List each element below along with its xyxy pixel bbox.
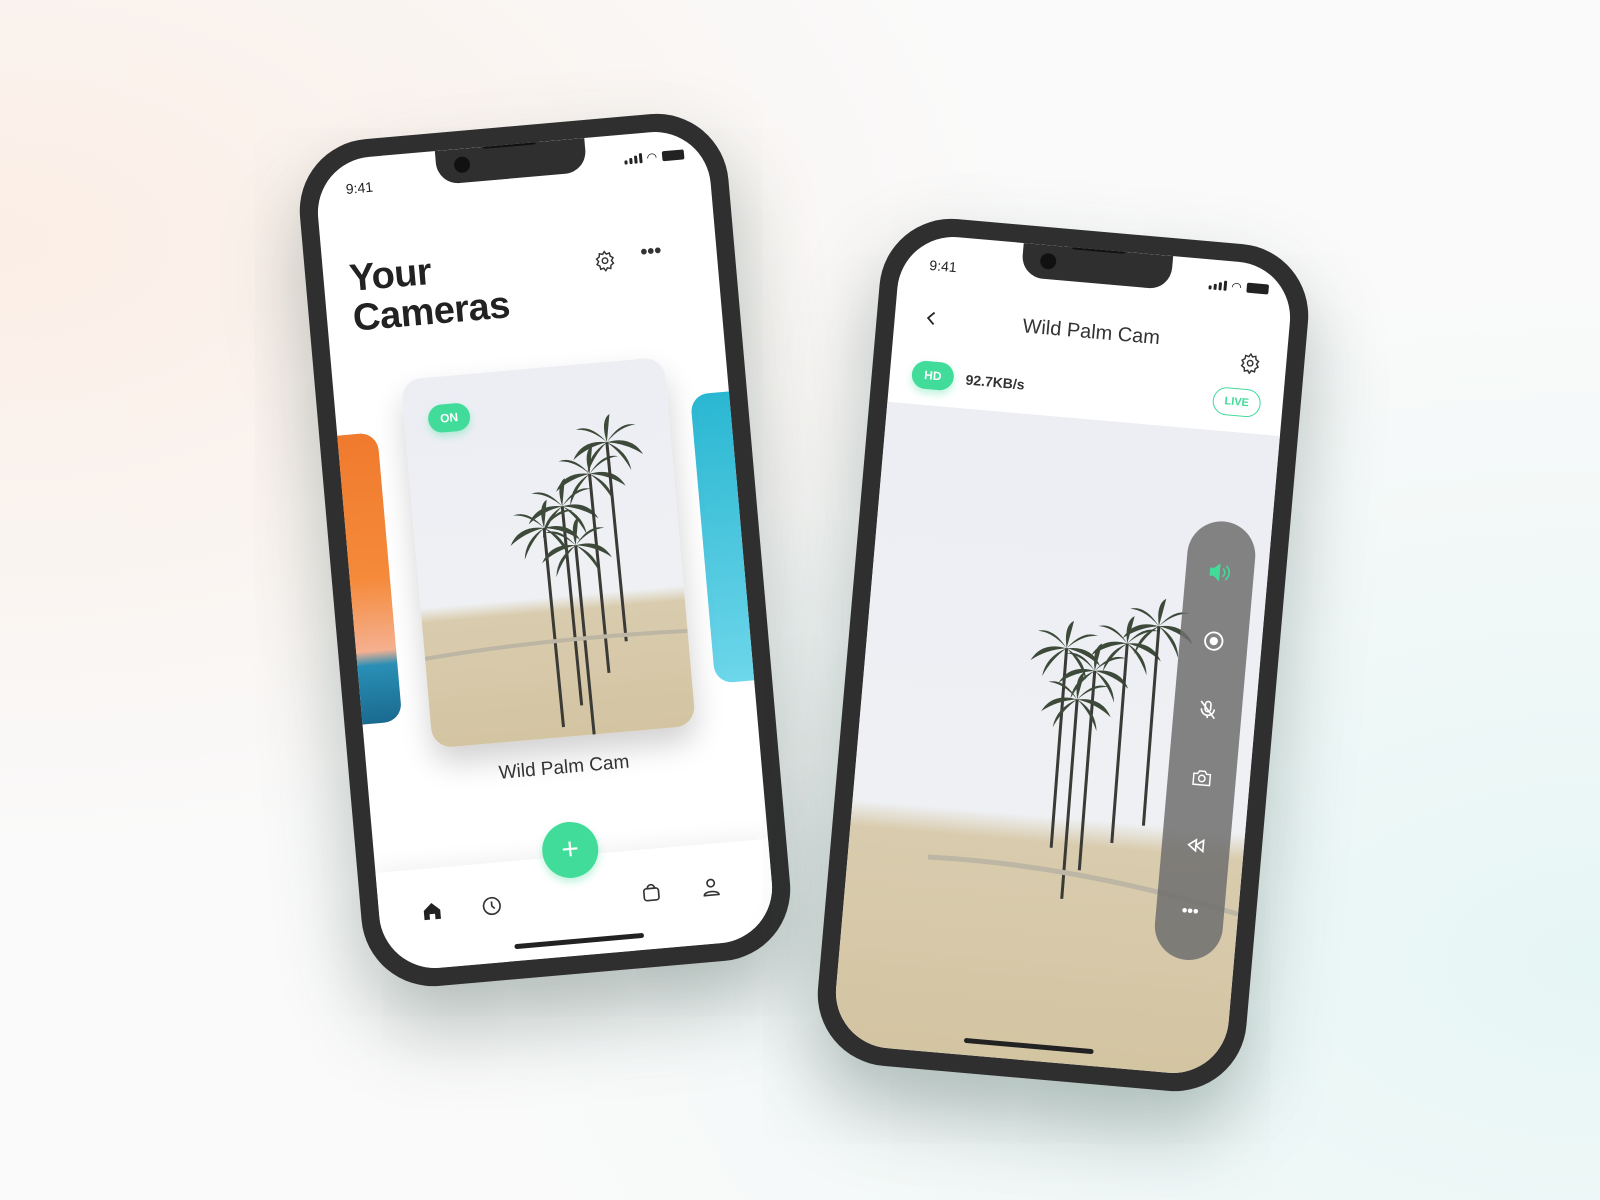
home-icon[interactable]	[418, 897, 446, 925]
bitrate: 92.7KB/s	[964, 371, 1026, 393]
side-camera-card-left[interactable]	[313, 432, 403, 728]
gear-icon[interactable]	[1235, 348, 1265, 378]
more-button[interactable]: •••	[639, 240, 662, 265]
battery-icon	[1246, 282, 1270, 295]
notch	[434, 136, 588, 185]
rewind-icon[interactable]	[1184, 834, 1208, 858]
hd-badge[interactable]: HD	[910, 359, 955, 392]
status-time: 9:41	[345, 178, 374, 197]
wifi-icon: ◠	[646, 149, 658, 165]
phone-camera-list: 9:41 ◠ Your Cameras ••• ON Wild Palm Cam…	[293, 107, 797, 993]
status-icons: ◠	[1207, 279, 1270, 295]
page-title: Your Cameras	[347, 250, 512, 340]
user-icon[interactable]	[697, 873, 725, 901]
more-button[interactable]: •••	[1181, 902, 1199, 921]
status-time: 9:41	[928, 256, 958, 276]
signal-icon	[1207, 279, 1227, 291]
gear-icon[interactable]	[590, 246, 620, 276]
camera-detail-screen: 9:41 ◠ Wild Palm Cam HD 92.7KB/s LIVE ••…	[831, 232, 1295, 1078]
phone-camera-detail: 9:41 ◠ Wild Palm Cam HD 92.7KB/s LIVE ••…	[811, 212, 1315, 1098]
clock-icon[interactable]	[478, 892, 506, 920]
side-camera-card-right[interactable]	[690, 388, 777, 684]
camera-card[interactable]: ON	[400, 356, 696, 749]
camera-icon[interactable]	[1190, 766, 1214, 790]
record-icon[interactable]	[1202, 630, 1226, 654]
battery-icon	[661, 149, 685, 162]
status-icons: ◠	[623, 149, 685, 165]
mic-off-icon[interactable]	[1196, 698, 1220, 722]
live-badge: LIVE	[1211, 386, 1262, 419]
home-indicator	[514, 932, 645, 950]
wifi-icon: ◠	[1230, 279, 1243, 295]
speaker-icon[interactable]	[1206, 559, 1234, 585]
shopping-bag-icon[interactable]	[637, 878, 665, 906]
notch	[1020, 241, 1174, 290]
camera-title: Wild Palm Cam	[1021, 315, 1161, 350]
signal-icon	[623, 153, 643, 165]
camera-list-screen: 9:41 ◠ Your Cameras ••• ON Wild Palm Cam…	[313, 127, 777, 973]
camera-name: Wild Palm Cam	[497, 751, 631, 784]
